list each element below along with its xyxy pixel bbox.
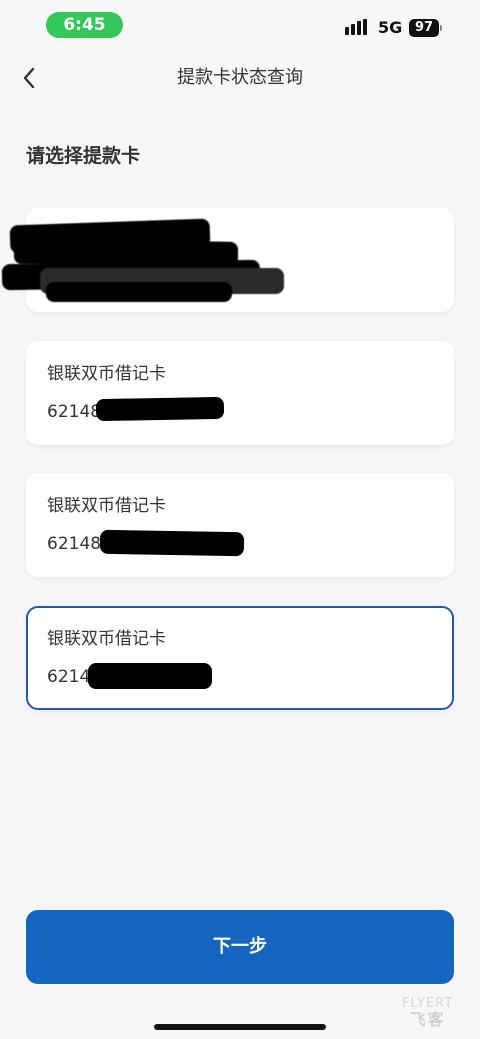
watermark-logo: FLYERT 飞客	[402, 996, 453, 1028]
redaction-mark	[88, 663, 212, 689]
card-type: 银联双币借记卡	[47, 364, 166, 384]
next-step-button[interactable]: 下一步	[26, 910, 454, 984]
card-type: 银联双币借记卡	[47, 629, 166, 649]
battery-tip	[440, 25, 442, 31]
section-title: 请选择提款卡	[26, 145, 141, 167]
redaction-mark	[46, 282, 232, 302]
page-title: 提款卡状态查询	[177, 67, 303, 88]
card-number: 62148	[47, 402, 102, 422]
status-time: 6:45	[46, 12, 123, 38]
watermark-sub: 飞客	[409, 1010, 446, 1029]
card-type: 银联双币借记卡	[47, 496, 166, 516]
redaction-mark	[95, 396, 225, 422]
watermark-brand: FLYERT	[402, 996, 454, 1011]
network-type: 5G	[378, 18, 403, 37]
card-item-3[interactable]: 银联双币借记卡 62148	[26, 473, 454, 577]
redaction-mark	[99, 529, 245, 557]
card-item-2[interactable]: 银联双币借记卡 62148	[26, 341, 454, 445]
battery-icon: 97	[409, 19, 439, 37]
card-number: 6214	[47, 667, 91, 687]
card-number: 62148	[47, 534, 102, 554]
home-indicator[interactable]	[154, 1024, 326, 1030]
status-bar: 6:45 5G 97	[0, 0, 480, 52]
cellular-signal-icon	[345, 19, 371, 35]
card-item-4[interactable]: 银联双币借记卡 6214	[26, 606, 454, 710]
back-button[interactable]	[18, 64, 42, 92]
chevron-left-icon	[23, 67, 35, 89]
